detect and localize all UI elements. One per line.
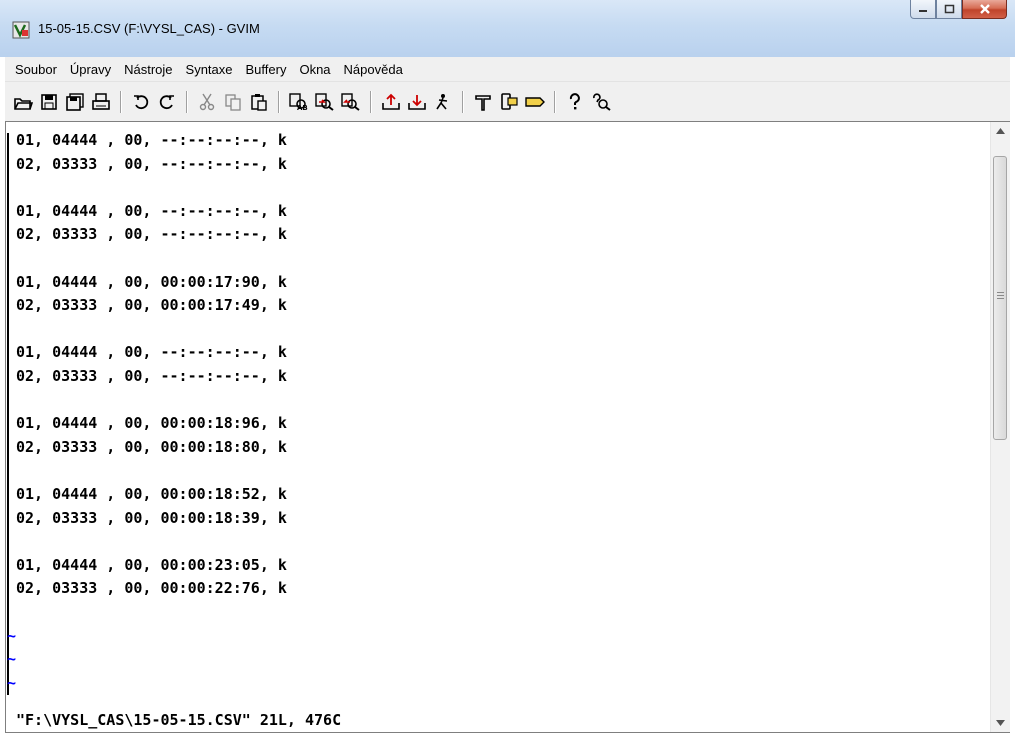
print-icon — [92, 92, 110, 110]
print-button[interactable] — [89, 90, 113, 114]
save-all-icon — [66, 92, 84, 111]
find-help-button[interactable] — [589, 90, 613, 114]
buffer-line: 02, 03333 , 00, 00:00:22:76, k — [16, 579, 287, 598]
minimize-icon — [919, 10, 927, 12]
open-button[interactable] — [11, 90, 35, 114]
window-title: 15-05-15.CSV (F:\VYSL_CAS) - GVIM — [38, 21, 260, 36]
title-bar[interactable]: 15-05-15.CSV (F:\VYSL_CAS) - GVIM — [0, 0, 1015, 57]
empty-line-tilde: ~ — [7, 650, 17, 669]
find-next-icon — [315, 92, 334, 111]
menu-upravy[interactable]: Úpravy — [64, 62, 117, 77]
menu-buffery[interactable]: Buffery — [240, 62, 293, 77]
menu-nastroje[interactable]: Nástroje — [118, 62, 178, 77]
find-help-icon — [593, 92, 611, 111]
minimize-button[interactable] — [910, 0, 936, 19]
toolbar: AB — [5, 81, 1010, 121]
help-icon — [569, 92, 580, 109]
find-previous-icon — [341, 92, 360, 111]
find-next-button[interactable] — [313, 90, 337, 114]
paste-button[interactable] — [247, 90, 271, 114]
buffer-line: 01, 04444 , 00, --:--:--:--, k — [16, 201, 287, 220]
make-button[interactable] — [471, 90, 495, 114]
jump-to-tag-icon — [525, 96, 545, 107]
maximize-button[interactable] — [936, 0, 962, 19]
menu-napoveda[interactable]: Nápověda — [338, 62, 409, 77]
save-all-button[interactable] — [63, 90, 87, 114]
run-ctags-button[interactable] — [497, 90, 521, 114]
scrollbar-thumb[interactable] — [993, 156, 1007, 440]
toolbar-separator — [186, 90, 188, 113]
vertical-scrollbar[interactable] — [990, 122, 1010, 732]
gvim-window: 15-05-15.CSV (F:\VYSL_CAS) - GVIM Soubor… — [0, 0, 1015, 738]
close-icon — [979, 4, 990, 14]
empty-line-tilde: ~ — [7, 673, 17, 692]
buffer-line: 02, 03333 , 00, 00:00:18:80, k — [16, 437, 287, 456]
status-line: "F:\VYSL_CAS\15-05-15.CSV" 21L, 476C — [16, 711, 342, 729]
caption-buttons — [910, 0, 1007, 21]
save-session-button[interactable] — [405, 90, 429, 114]
buffer-line: 02, 03333 , 00, --:--:--:--, k — [16, 154, 287, 173]
buffer-line: 02, 03333 , 00, --:--:--:--, k — [16, 225, 287, 244]
save-session-icon — [408, 94, 426, 110]
jump-to-tag-button[interactable] — [523, 90, 547, 114]
arrow-down-icon — [996, 720, 1005, 726]
find-replace-button[interactable]: AB — [287, 90, 311, 114]
buffer-line: 02, 03333 , 00, 00:00:17:49, k — [16, 296, 287, 315]
save-icon — [41, 93, 57, 110]
scroll-down-button[interactable] — [991, 714, 1010, 732]
make-icon — [475, 94, 491, 111]
text-editor[interactable]: 01, 04444 , 00, --:--:--:--, k 02, 03333 … — [6, 122, 991, 732]
buffer-line: 01, 04444 , 00, 00:00:18:52, k — [16, 485, 287, 503]
run-script-icon — [436, 93, 448, 110]
gvim-app-icon[interactable] — [12, 21, 30, 39]
maximize-icon — [944, 4, 955, 14]
toolbar-separator — [370, 90, 372, 113]
toolbar-separator — [554, 90, 556, 113]
find-previous-button[interactable] — [339, 90, 363, 114]
undo-button[interactable] — [129, 90, 153, 114]
cut-button[interactable] — [195, 90, 219, 114]
load-session-icon — [382, 93, 400, 110]
buffer-line: 01, 04444 , 00, --:--:--:--, k — [16, 343, 287, 362]
redo-icon — [159, 94, 174, 109]
toolbar-separator — [462, 90, 464, 113]
scrollbar-grip — [997, 292, 1004, 301]
buffer-line: 02, 03333 , 00, --:--:--:--, k — [16, 367, 287, 385]
load-session-button[interactable] — [379, 90, 403, 114]
toolbar-separator — [120, 90, 122, 113]
scroll-up-button[interactable] — [991, 122, 1010, 140]
buffer-line: 02, 03333 , 00, 00:00:18:39, k — [16, 508, 287, 527]
run-script-button[interactable] — [431, 90, 455, 114]
buffer-line: 01, 04444 , 00, 00:00:18:96, k — [16, 414, 287, 433]
buffer-line: 01, 04444 , 00, 00:00:23:05, k — [16, 555, 287, 574]
menu-okna[interactable]: Okna — [293, 62, 336, 77]
save-button[interactable] — [37, 90, 61, 114]
find-replace-icon: AB — [289, 92, 308, 111]
run-ctags-icon — [501, 92, 518, 110]
cut-icon — [199, 93, 215, 110]
paste-icon — [251, 93, 267, 111]
arrow-up-icon — [996, 128, 1005, 134]
undo-icon — [134, 94, 149, 109]
menu-bar: Soubor Úpravy Nástroje Syntaxe Buffery O… — [5, 57, 1010, 81]
copy-button[interactable] — [221, 90, 245, 114]
menu-syntaxe[interactable]: Syntaxe — [180, 62, 239, 77]
buffer-line: 01, 04444 , 00, 00:00:17:90, k — [16, 272, 287, 291]
redo-button[interactable] — [155, 90, 179, 114]
open-icon — [14, 97, 33, 110]
copy-icon — [225, 93, 241, 111]
close-button[interactable] — [962, 0, 1007, 19]
toolbar-separator — [278, 90, 280, 113]
svg-text:AB: AB — [297, 104, 308, 111]
empty-line-tilde: ~ — [7, 626, 17, 645]
buffer-line: 01, 04444 , 00, --:--:--:--, k — [16, 131, 287, 149]
menu-soubor[interactable]: Soubor — [9, 62, 63, 77]
text-cursor — [7, 133, 9, 695]
editor-frame: 01, 04444 , 00, --:--:--:--, k 02, 03333 … — [5, 121, 1010, 733]
help-button[interactable] — [563, 90, 587, 114]
